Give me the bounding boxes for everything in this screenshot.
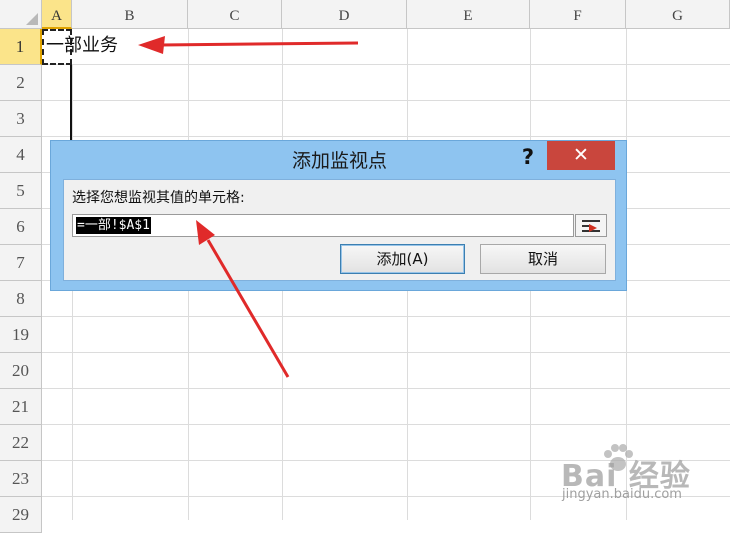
row-header-6[interactable]: 6	[0, 209, 42, 245]
dialog-body: 选择您想监视其值的单元格: =一部!$A$1 添加(A) 取消	[63, 179, 616, 281]
watch-prompt-label: 选择您想监视其值的单元格:	[72, 190, 245, 206]
select-all-corner[interactable]	[0, 0, 42, 29]
row-header-7[interactable]: 7	[0, 245, 42, 281]
row-header-3[interactable]: 3	[0, 101, 42, 137]
row-header-5[interactable]: 5	[0, 173, 42, 209]
row-header-29[interactable]: 29	[0, 497, 42, 533]
row-header-4[interactable]: 4	[0, 137, 42, 173]
row-header-19[interactable]: 19	[0, 317, 42, 353]
column-header-a[interactable]: A	[42, 0, 72, 29]
gridline	[42, 352, 730, 353]
close-button[interactable]: ✕	[547, 141, 615, 170]
cell-a1-text: 一部业务	[46, 35, 118, 56]
column-header-b[interactable]: B	[72, 0, 188, 29]
add-button[interactable]: 添加(A)	[340, 244, 465, 274]
row-header-1[interactable]: 1	[0, 29, 42, 65]
column-header-e[interactable]: E	[407, 0, 530, 29]
row-header-22[interactable]: 22	[0, 425, 42, 461]
cell-reference-input[interactable]: =一部!$A$1	[72, 214, 574, 237]
gridline	[42, 100, 730, 101]
cell-reference-value: =一部!$A$1	[76, 217, 151, 234]
column-border-line	[70, 65, 72, 141]
question-mark-icon[interactable]: ?	[517, 144, 539, 170]
add-watch-dialog: 添加监视点 ? ✕ 选择您想监视其值的单元格: =一部!$A$1 添加(A) 取…	[50, 140, 627, 291]
gridline	[42, 316, 730, 317]
gridline	[72, 65, 73, 520]
watermark-url: jingyan.baidu.com	[562, 487, 682, 502]
close-x-icon: ✕	[573, 144, 589, 166]
range-select-button[interactable]	[575, 214, 607, 237]
row-header-23[interactable]: 23	[0, 461, 42, 497]
gridline	[42, 424, 730, 425]
column-header-g[interactable]: G	[626, 0, 730, 29]
gridline	[42, 388, 730, 389]
gridline	[42, 136, 730, 137]
dialog-title: 添加监视点	[291, 150, 387, 172]
row-header-2[interactable]: 2	[0, 65, 42, 101]
row-header-21[interactable]: 21	[0, 389, 42, 425]
column-header-c[interactable]: C	[188, 0, 282, 29]
row-header-20[interactable]: 20	[0, 353, 42, 389]
gridline	[42, 64, 730, 65]
row-header-8[interactable]: 8	[0, 281, 42, 317]
cancel-button[interactable]: 取消	[480, 244, 606, 274]
column-header-f[interactable]: F	[530, 0, 626, 29]
column-header-d[interactable]: D	[282, 0, 407, 29]
